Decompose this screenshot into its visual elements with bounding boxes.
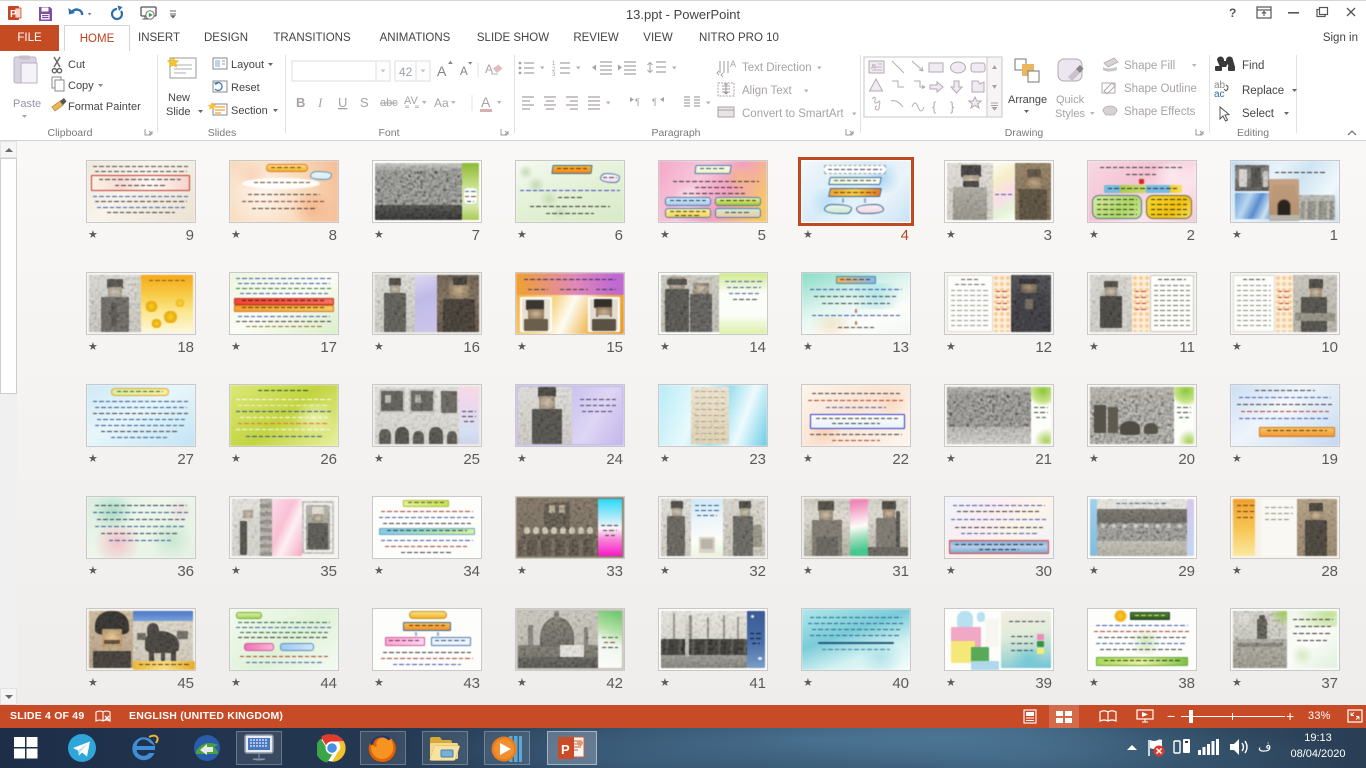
svg-text:Cut: Cut (68, 59, 85, 71)
svg-text:Text Direction: Text Direction (742, 62, 812, 74)
svg-text:Reset: Reset (231, 82, 260, 94)
svg-text:Paste: Paste (13, 98, 41, 110)
svg-text:A: A (460, 66, 468, 78)
svg-text:?: ? (1229, 6, 1236, 20)
svg-text:Align Text: Align Text (742, 85, 792, 97)
svg-text:ac: ac (1214, 89, 1225, 100)
svg-text:}: } (950, 99, 955, 114)
svg-text:A: A (730, 59, 736, 69)
svg-text:3: 3 (552, 72, 556, 78)
svg-text:Find: Find (1242, 60, 1264, 72)
svg-text:Shape Effects: Shape Effects (1124, 106, 1196, 118)
svg-text:B: B (296, 95, 305, 110)
svg-text:Convert to SmartArt: Convert to SmartArt (742, 108, 844, 120)
svg-text:New: New (168, 92, 190, 104)
svg-text:P: P (561, 742, 570, 757)
svg-text:Section: Section (231, 105, 268, 117)
svg-text:A: A (871, 64, 876, 71)
svg-text:S: S (360, 95, 369, 110)
svg-text:U: U (338, 95, 347, 110)
svg-text:¶: ¶ (652, 97, 657, 107)
svg-text:Styles: Styles (1055, 108, 1085, 120)
svg-text:AV: AV (404, 95, 419, 107)
svg-text:I: I (317, 95, 323, 110)
svg-text:Arrange: Arrange (1008, 94, 1047, 106)
svg-text:Format Painter: Format Painter (68, 101, 141, 113)
svg-text:42: 42 (399, 65, 413, 79)
svg-text:Select: Select (1242, 108, 1275, 120)
svg-text:P: P (10, 9, 17, 20)
svg-text:Shape Fill: Shape Fill (1124, 60, 1175, 72)
svg-text:Replace: Replace (1242, 85, 1284, 97)
svg-text:A: A (481, 94, 491, 110)
svg-text:Shape Outline: Shape Outline (1124, 83, 1197, 95)
svg-text:Layout: Layout (231, 59, 264, 71)
svg-text:¶: ¶ (635, 97, 640, 107)
svg-text:A: A (437, 63, 447, 79)
svg-text:Slide: Slide (166, 106, 190, 118)
svg-text:abc: abc (380, 97, 398, 109)
svg-text:{: { (932, 99, 937, 114)
svg-text:Copy: Copy (68, 80, 94, 92)
svg-text:Quick: Quick (1056, 94, 1085, 106)
svg-text:Aa: Aa (434, 96, 449, 110)
